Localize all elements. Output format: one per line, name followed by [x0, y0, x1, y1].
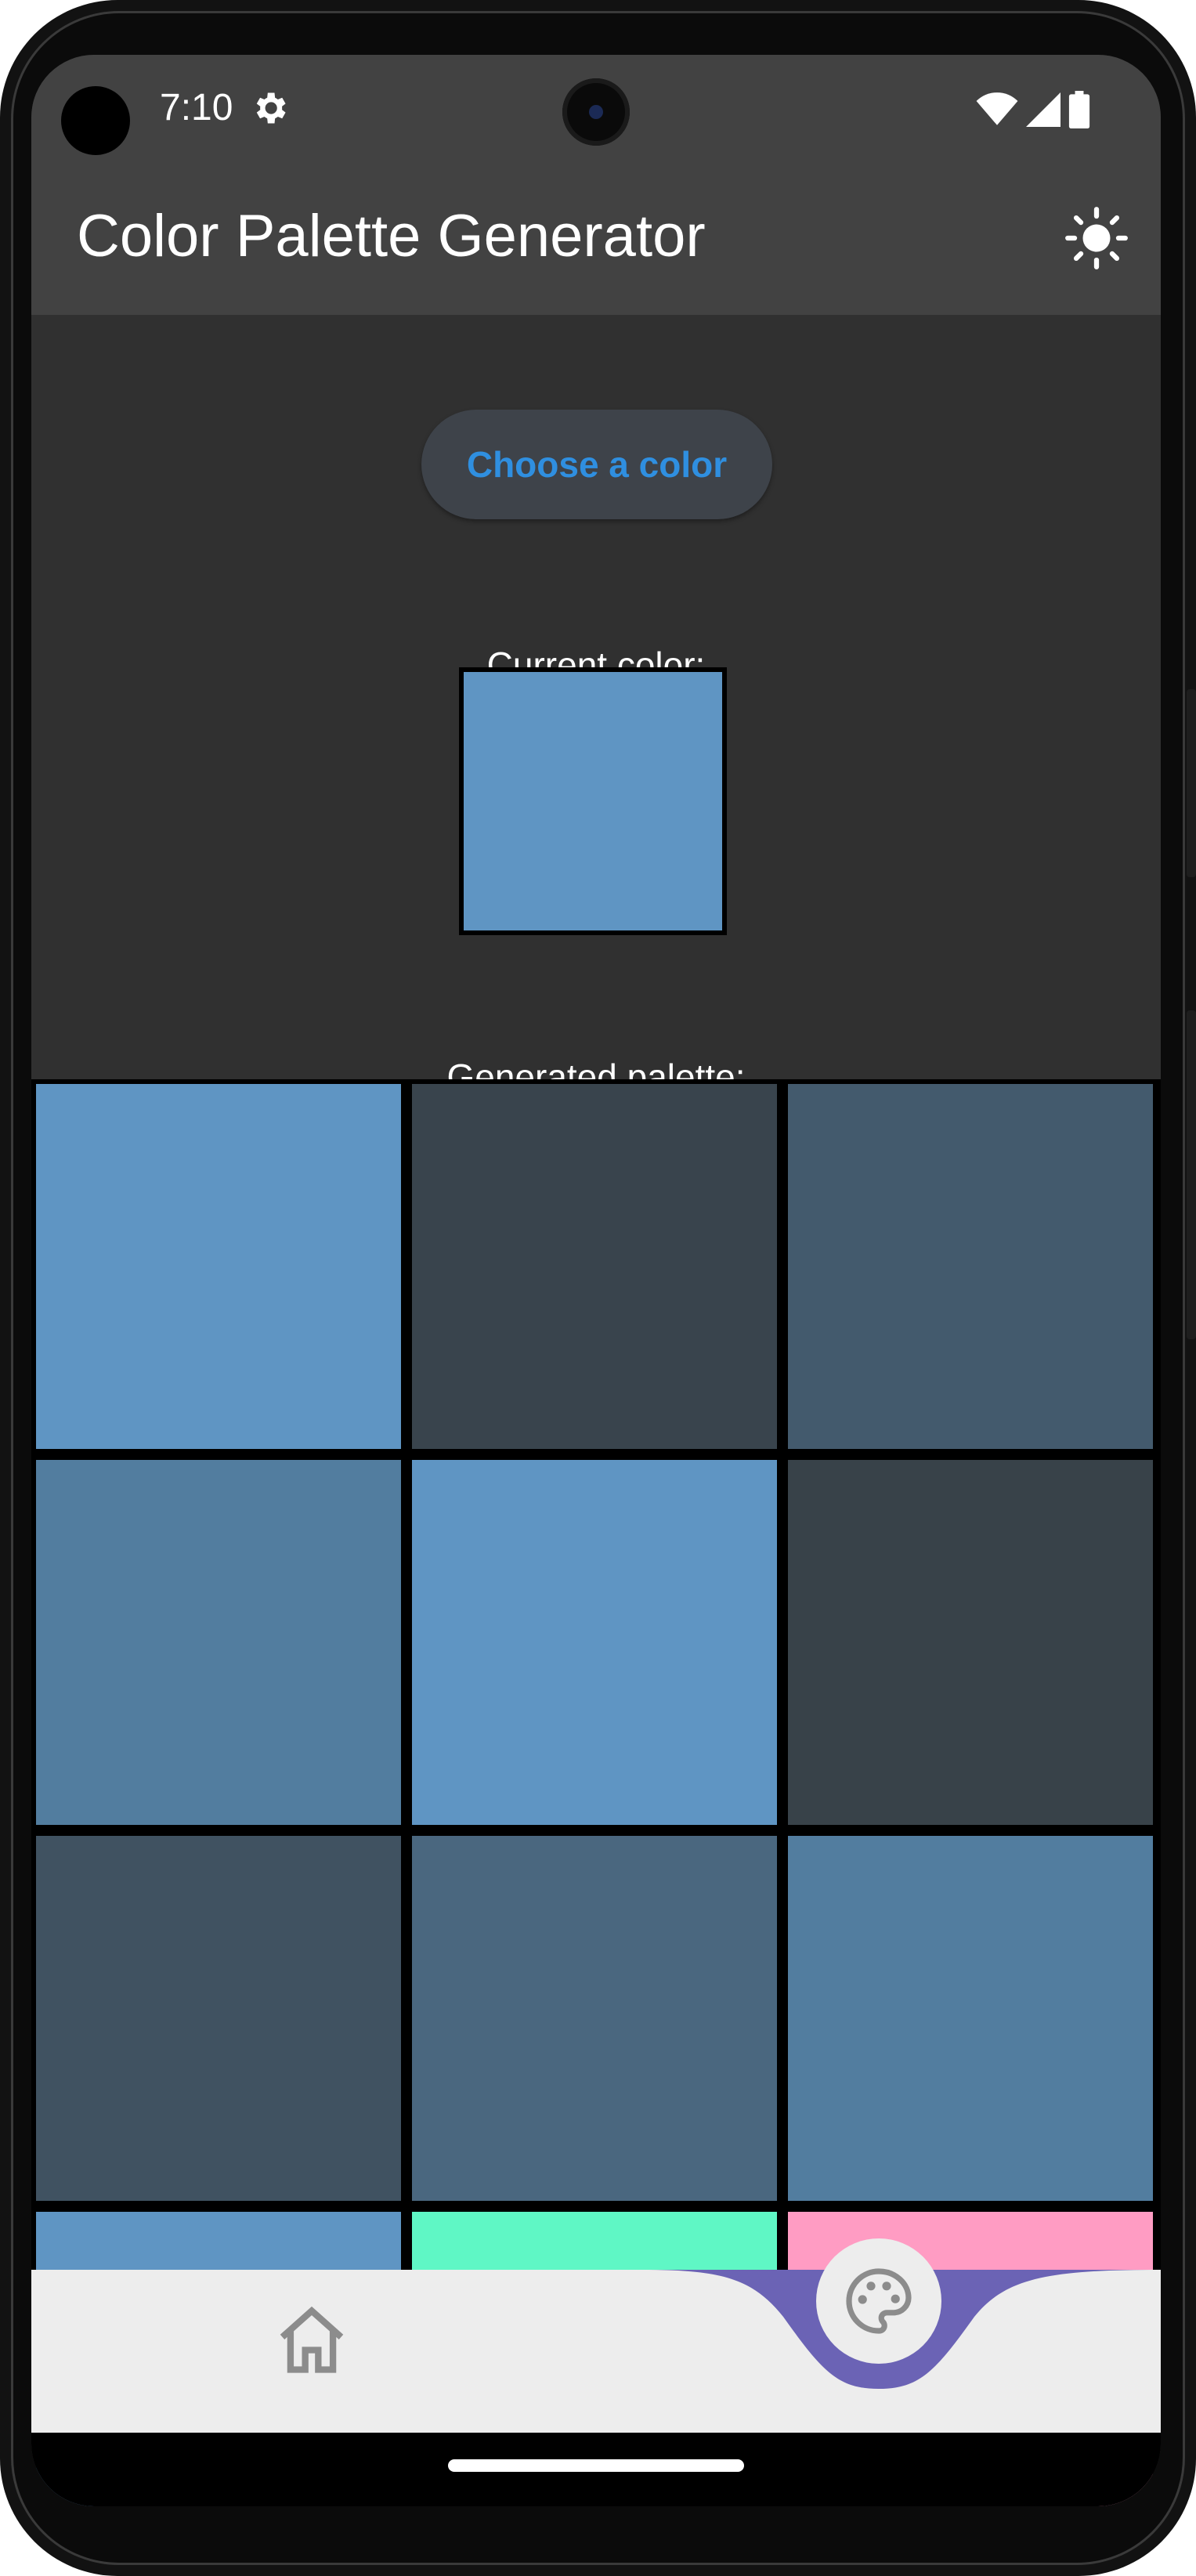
palette-swatch[interactable]: [788, 1836, 1153, 2201]
status-time: 7:10: [160, 87, 233, 128]
palette-grid: [31, 1079, 1161, 2506]
settings-gear-icon: [256, 92, 286, 124]
cellular-signal-icon: [1026, 92, 1061, 127]
battery-icon: [1068, 91, 1090, 128]
wifi-icon: [976, 92, 1018, 125]
top-app-bar: 7:10 Color Palette Generator: [31, 55, 1161, 315]
brightness-sun-icon[interactable]: [1064, 205, 1129, 271]
volume-button: [1187, 689, 1196, 877]
palette-swatch[interactable]: [788, 1084, 1153, 1449]
palette-swatch[interactable]: [36, 1084, 401, 1449]
gesture-handle[interactable]: [448, 2459, 744, 2472]
app-title: Color Palette Generator: [77, 203, 706, 269]
palette-swatch[interactable]: [412, 1460, 777, 1825]
palette-icon: [846, 2268, 912, 2334]
current-color-swatch: [459, 667, 727, 935]
screen: 7:10 Color Palette Generator Choose a co…: [31, 55, 1161, 2506]
power-button: [1187, 1010, 1196, 1339]
palette-swatch[interactable]: [412, 1836, 777, 2201]
front-camera: [562, 78, 630, 146]
phone-frame: 7:10 Color Palette Generator Choose a co…: [0, 0, 1196, 2576]
bottom-navigation: [31, 2238, 1161, 2433]
status-avatar-dot: [61, 86, 130, 155]
palette-swatch[interactable]: [412, 1084, 777, 1449]
gesture-area: [31, 2433, 1161, 2506]
nav-selection-notch: [641, 2270, 1161, 2389]
status-icons: [976, 91, 1090, 128]
home-icon[interactable]: [273, 2301, 351, 2379]
choose-color-button[interactable]: Choose a color: [421, 410, 772, 519]
palette-nav-button[interactable]: [816, 2238, 941, 2364]
palette-swatch[interactable]: [36, 1460, 401, 1825]
palette-swatch[interactable]: [788, 1460, 1153, 1825]
palette-swatch[interactable]: [36, 1836, 401, 2201]
